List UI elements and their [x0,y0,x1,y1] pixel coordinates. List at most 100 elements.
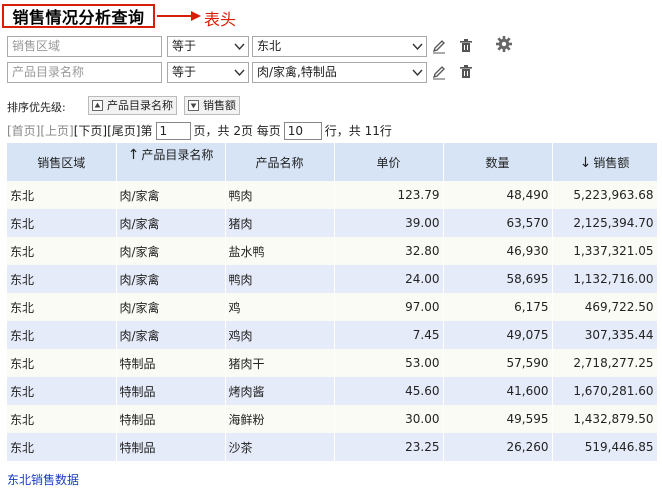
sort-up-icon [92,100,103,111]
cell-category: 肉/家禽 [116,293,226,321]
cell-product: 鸡 [225,293,335,321]
column-header-quantity[interactable]: 数量 [443,143,553,181]
pager-page-size-input[interactable]: 10 [283,121,322,140]
cell-product: 鸭肉 [225,181,335,209]
table-row: 东北 特制品 烤肉酱 45.60 41,600 1,670,281.60 [7,377,658,405]
sort-asc-arrow-icon: ↑ [127,147,140,163]
cell-category: 特制品 [116,405,226,433]
cell-region: 东北 [7,321,117,349]
column-header-product[interactable]: 产品名称 [225,143,335,181]
cell-product: 烤肉酱 [225,377,335,405]
cell-quantity: 58,695 [443,265,553,293]
filter-value-select[interactable]: 东北 [252,36,427,57]
cell-quantity: 49,075 [443,321,553,349]
cell-region: 东北 [7,209,117,237]
pager-prev-link[interactable]: [上页] [40,122,73,139]
cell-category: 特制品 [116,433,226,461]
filter-operator-select[interactable]: 等于 [167,36,249,57]
cell-region: 东北 [7,293,117,321]
cell-price: 39.00 [334,209,444,237]
filter-field-input[interactable]: 产品目录名称 [7,62,162,83]
table-row: 东北 肉/家禽 猪肉 39.00 63,570 2,125,394.70 [7,209,658,237]
cell-category: 特制品 [116,349,226,377]
cell-quantity: 46,930 [443,237,553,265]
sort-button-label: 产品目录名称 [107,99,173,112]
cell-quantity: 48,490 [443,181,553,209]
pager-page-prefix: 第 [140,124,153,138]
cell-product: 盐水鸭 [225,237,335,265]
cell-price: 53.00 [334,349,444,377]
table-row: 东北 特制品 海鲜粉 30.00 49,595 1,432,879.50 [7,405,658,433]
filter-operator-select[interactable]: 等于 [167,62,249,83]
trash-icon[interactable] [458,38,474,54]
trash-icon[interactable] [458,64,474,80]
cell-category: 肉/家禽 [116,321,226,349]
cell-price: 97.00 [334,293,444,321]
cell-region: 东北 [7,181,117,209]
cell-sales: 307,335.44 [552,321,658,349]
pencil-icon[interactable] [431,38,447,54]
gear-icon[interactable] [495,35,513,53]
filter-operator-value: 等于 [172,65,197,79]
column-header-region[interactable]: 销售区域 [7,143,117,181]
cell-quantity: 49,595 [443,405,553,433]
column-header-sales[interactable]: ↓ 销售额 [552,143,658,181]
cell-sales: 1,132,716.00 [552,265,658,293]
table-row: 东北 肉/家禽鸡 97.00 6,175 469,722.50 [7,293,658,321]
cell-sales: 2,718,277.25 [552,349,658,377]
cell-quantity: 6,175 [443,293,553,321]
chevron-down-icon [234,43,245,51]
cell-price: 23.25 [334,433,444,461]
sort-down-icon [188,100,199,111]
sort-button-label: 销售额 [203,99,236,112]
cell-product: 猪肉 [225,209,335,237]
cell-price: 30.00 [334,405,444,433]
chevron-down-icon [412,69,423,77]
pencil-icon[interactable] [431,64,447,80]
filter-field-input[interactable]: 销售区域 [7,36,162,57]
cell-product: 猪肉干 [225,349,335,377]
cell-region: 东北 [7,405,117,433]
cell-sales: 5,223,963.68 [552,181,658,209]
sort-desc-arrow-icon: ↓ [579,154,592,171]
cell-sales: 1,670,281.60 [552,377,658,405]
cell-price: 45.60 [334,377,444,405]
table-row: 东北 特制品 猪肉干 53.00 57,590 2,718,277.25 [7,349,658,377]
filter-value: 东北 [257,39,282,53]
sales-table: 销售区域 ↑ 产品目录名称 产品名称 单价 数量 ↓ 销售额 东北 肉/家禽 鸭肉 123… [7,143,658,461]
report-title-box: 销售情况分析查询 [2,4,155,28]
cell-price: 24.00 [334,265,444,293]
cell-quantity: 63,570 [443,209,553,237]
cell-sales: 2,125,394.70 [552,209,658,237]
cell-category: 特制品 [116,377,226,405]
filter-value-select[interactable]: 肉/家禽,特制品 [252,62,427,83]
cell-category: 肉/家禽 [116,181,226,209]
cell-price: 7.45 [334,321,444,349]
pager: [首页] [上页] [下页] [尾页] 第 1 页，共 2页 每页 10 行，共… [7,121,392,140]
cell-product: 鸭肉 [225,265,335,293]
pager-rows-suffix: 行，共 11行 [324,124,392,138]
table-row: 东北 肉/家禽 鸭肉 24.00 58,695 1,132,716.00 [7,265,658,293]
cell-category: 肉/家禽 [116,237,226,265]
column-header-category[interactable]: ↑ 产品目录名称 [116,143,226,181]
table-row: 东北 肉/家禽 鸡肉 7.45 49,075 307,335.44 [7,321,658,349]
sort-button-sales[interactable]: 销售额 [184,96,240,115]
footer-report-link[interactable]: 东北销售数据 [7,471,79,488]
cell-sales: 1,337,321.05 [552,237,658,265]
cell-region: 东北 [7,265,117,293]
pager-current-page-input[interactable]: 1 [155,121,191,140]
sort-priority-label: 排序优先级: [7,101,66,114]
cell-product: 海鲜粉 [225,405,335,433]
column-header-price[interactable]: 单价 [334,143,444,181]
filter-operator-value: 等于 [172,39,197,53]
cell-category: 肉/家禽 [116,209,226,237]
annotation-arrow-icon [157,11,201,21]
cell-region: 东北 [7,433,117,461]
pager-last-link[interactable]: [尾页] [107,122,140,139]
pager-first-link[interactable]: [首页] [7,122,40,139]
pager-next-link[interactable]: [下页] [74,122,107,139]
cell-product: 沙茶 [225,433,335,461]
cell-product: 鸡肉 [225,321,335,349]
cell-sales: 519,446.85 [552,433,658,461]
sort-button-category[interactable]: 产品目录名称 [88,96,177,115]
